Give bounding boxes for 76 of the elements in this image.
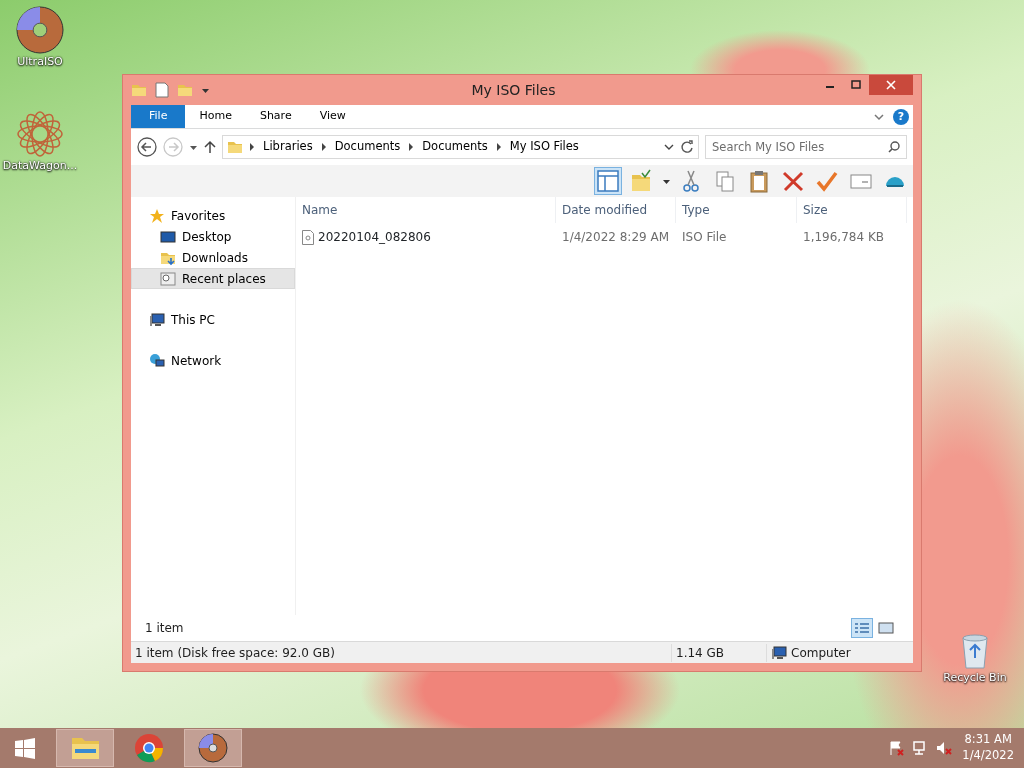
column-header[interactable]: Size (797, 197, 907, 223)
file-name[interactable]: 20220104_082806 (318, 228, 431, 246)
navigation-item[interactable]: Favorites (131, 205, 295, 226)
chevron-right-icon[interactable] (495, 143, 502, 151)
windows-logo-icon (14, 737, 36, 759)
breadcrumb-item[interactable]: Libraries (261, 138, 315, 156)
file-size: 1,196,784 KB (802, 229, 885, 246)
close-button[interactable] (869, 75, 913, 95)
window-title: My ISO Files (470, 80, 557, 100)
breadcrumb-item[interactable]: My ISO Files (507, 138, 581, 156)
status-text: 1 item (Disk free space: 92.0 GB) (134, 644, 336, 662)
star-pattern-icon (16, 110, 64, 158)
navigation-item[interactable]: Desktop (131, 226, 295, 247)
chevron-right-icon[interactable] (320, 143, 327, 151)
shortcut-label: UltraISO (16, 54, 64, 70)
help-button[interactable]: ? (893, 108, 909, 125)
shortcut-label: DataWagon... (1, 158, 79, 174)
muted-speaker-icon[interactable] (936, 740, 953, 756)
folder-icon (227, 139, 243, 155)
chrome-icon (133, 732, 165, 764)
checkmark-icon (815, 169, 839, 193)
back-button[interactable] (137, 137, 157, 157)
details-view-icon (853, 621, 871, 635)
taskbar-button[interactable] (184, 729, 242, 767)
file-menu-tab[interactable]: File (131, 105, 186, 128)
folder-icon (177, 82, 193, 98)
star-icon (149, 207, 165, 224)
view-toggle[interactable] (851, 618, 873, 638)
layout-pane-icon (596, 169, 620, 193)
search-icon (888, 141, 900, 153)
computer-icon (149, 311, 165, 328)
folder-icon (131, 82, 147, 98)
breadcrumb-item[interactable]: Documents (420, 138, 490, 156)
address-bar[interactable]: Libraries Documents Documents My ISO Files (222, 135, 699, 159)
chevron-right-icon[interactable] (408, 143, 415, 151)
file-icon (302, 229, 314, 245)
column-header[interactable]: Name (296, 197, 556, 223)
status-location: Computer (791, 644, 851, 662)
navigation-item[interactable]: Downloads (131, 247, 295, 268)
search-field[interactable]: Search My ISO Files (705, 135, 907, 159)
recycle-bin-label: Recycle Bin (942, 670, 1008, 686)
navigation-item[interactable]: Recent places (131, 268, 295, 289)
ribbon-tab[interactable]: Share (245, 105, 306, 128)
breadcrumb-item[interactable]: Documents (332, 138, 403, 156)
chevron-right-icon[interactable] (249, 143, 255, 151)
column-header[interactable]: Date modified (556, 197, 676, 223)
clock-time[interactable]: 8:31 AM (962, 732, 1014, 748)
ribbon-tab[interactable]: Home (185, 105, 246, 128)
navigation-item[interactable]: Network (131, 350, 295, 371)
status-size: 1.14 GB (671, 643, 766, 662)
flag-icon[interactable] (888, 740, 905, 756)
computer-icon (771, 644, 787, 661)
close-icon (886, 80, 896, 90)
clipboard-icon (747, 169, 771, 193)
file-type: ISO File (681, 229, 728, 246)
preview-pane-button[interactable] (594, 167, 622, 195)
date-modified: 1/4/2022 8:29 AM (561, 229, 671, 246)
clock-date[interactable]: 1/4/2022 (962, 748, 1014, 764)
disc-icon (197, 732, 229, 764)
taskbar-button[interactable] (56, 729, 114, 767)
folder-check-icon (630, 169, 654, 193)
ribbon-tab[interactable]: View (305, 105, 360, 128)
monitor-icon (160, 228, 176, 245)
disc-icon (16, 6, 64, 54)
copy-icon (713, 169, 737, 193)
maximize-icon (851, 80, 861, 90)
refresh-icon[interactable] (680, 140, 694, 154)
large-icons-view-icon (877, 621, 895, 635)
up-arrow-icon[interactable] (204, 140, 216, 154)
network-icon (149, 352, 165, 369)
item-count: 1 item (145, 620, 184, 637)
delete-icon (781, 169, 805, 193)
navigation-item[interactable]: This PC (131, 309, 295, 330)
column-header[interactable]: Type (676, 197, 797, 223)
recent-places-icon (160, 270, 176, 287)
chevron-down-icon[interactable] (664, 142, 674, 152)
